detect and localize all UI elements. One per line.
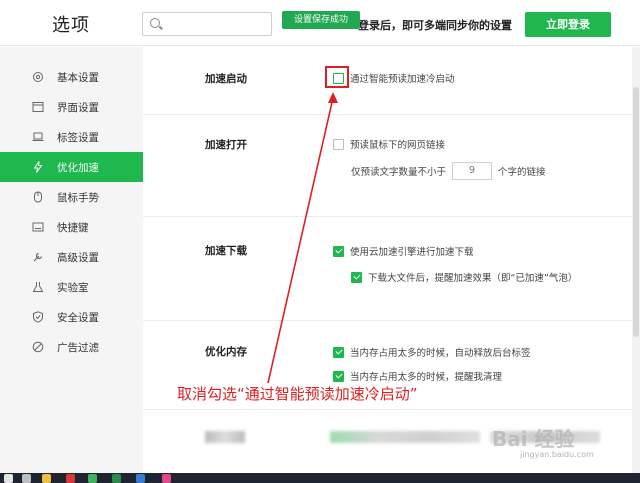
boot-option-label: 通过智能预读加速冷启动 [350, 74, 455, 85]
sidebar-item-label: 鼠标手势 [57, 191, 99, 204]
divider [143, 114, 633, 115]
sidebar-item-optimize[interactable]: 优化加速 [0, 152, 143, 182]
scrollbar[interactable] [632, 47, 640, 473]
download-reminder-checkbox[interactable] [351, 271, 362, 283]
min-chars-input[interactable]: 9 [452, 162, 493, 180]
sidebar-item-label: 基本设置 [57, 71, 99, 84]
download-option-1-label: 使用云加速引擎进行加速下载 [350, 247, 474, 258]
sidebar-item-lab[interactable]: 实验室 [0, 272, 143, 302]
download-option-1[interactable]: 使用云加速引擎进行加速下载 [333, 244, 474, 258]
folder-icon[interactable] [42, 474, 51, 483]
section-title-open: 加速打开 [205, 139, 247, 151]
memory-option-1-label: 当内存占用太多的时候，自动释放后台标签 [350, 348, 531, 359]
memory-option-2-label: 当内存占用太多的时候，提醒我清理 [350, 372, 503, 383]
boot-option[interactable]: 通过智能预读加速冷启动 [333, 71, 455, 85]
sidebar-item-tabs[interactable]: 标签设置 [0, 122, 143, 152]
search-input[interactable] [163, 15, 267, 33]
sidebar-item-ui[interactable]: 界面设置 [0, 92, 143, 122]
mouse-icon [31, 190, 45, 204]
header: 选项 登录后，即可多端同步你的设置 设置保存成功 立即登录 [0, 0, 640, 46]
sidebar-item-shortcuts[interactable]: 快捷键 [0, 212, 143, 242]
auto-release-checkbox[interactable] [333, 346, 344, 358]
sidebar-item-label: 快捷键 [57, 221, 89, 234]
lightning-icon [31, 160, 45, 174]
save-success-toast: 设置保存成功 [282, 11, 360, 29]
section-title-boot: 加速启动 [205, 73, 247, 85]
login-button[interactable]: 立即登录 [525, 12, 611, 37]
baidu-watermark: Bai 经验 [492, 427, 575, 451]
min-chars-row: 仅预读文字数量不小于 9 个字的链接 [351, 162, 546, 180]
browser-icon[interactable] [88, 474, 97, 483]
min-chars-prefix: 仅预读文字数量不小于 [351, 167, 447, 178]
window-icon [31, 100, 45, 114]
taskbar-app-icon[interactable] [136, 474, 145, 483]
section-title-download: 加速下载 [205, 245, 247, 257]
memory-option-2[interactable]: 当内存占用太多的时候，提醒我清理 [333, 369, 502, 383]
highlight-box [325, 66, 349, 88]
sidebar-item-label: 广告过滤 [57, 341, 99, 354]
tab-icon [31, 130, 45, 144]
cloud-download-checkbox[interactable] [333, 245, 344, 257]
sidebar-item-security[interactable]: 安全设置 [0, 302, 143, 332]
sidebar: 基本设置 界面设置 标签设置 优化加速 鼠标手势 快捷键 高级设置 实验室 安全… [0, 47, 143, 473]
link-prefetch-checkbox[interactable] [333, 138, 344, 150]
divider [143, 409, 633, 410]
download-option-2-label: 下载大文件后，提醒加速效果（即“已加速”气泡） [368, 273, 578, 284]
gear-icon [31, 70, 45, 84]
sidebar-item-basic[interactable]: 基本设置 [0, 62, 143, 92]
annotation-text: 取消勾选“通过智能预读加速冷启动” [177, 385, 418, 403]
taskbar-app-icon[interactable] [162, 474, 171, 483]
wrench-icon [31, 250, 45, 264]
page-title: 选项 [52, 15, 90, 36]
sidebar-item-advanced[interactable]: 高级设置 [0, 242, 143, 272]
blurred-section-title [205, 431, 245, 443]
taskbar-app-icon[interactable] [22, 474, 31, 483]
search-icon [150, 18, 160, 28]
sidebar-item-label: 实验室 [57, 281, 89, 294]
taskbar-app-icon[interactable] [112, 474, 121, 483]
sidebar-item-label: 界面设置 [57, 101, 99, 114]
section-title-memory: 优化内存 [205, 346, 247, 358]
memory-reminder-checkbox[interactable] [333, 370, 344, 382]
sidebar-item-mouse-gesture[interactable]: 鼠标手势 [0, 182, 143, 212]
divider [143, 320, 633, 321]
sidebar-item-label: 高级设置 [57, 251, 99, 264]
divider [143, 216, 633, 217]
taskbar-app-icon[interactable] [66, 474, 75, 483]
sidebar-item-label: 安全设置 [57, 311, 99, 324]
lab-icon [31, 280, 45, 294]
baidu-watermark-url: jingyan.baidu.com [520, 450, 594, 459]
sidebar-item-adblock[interactable]: 广告过滤 [0, 332, 143, 362]
start-icon[interactable] [4, 474, 13, 483]
download-option-2[interactable]: 下载大文件后，提醒加速效果（即“已加速”气泡） [351, 270, 577, 284]
scroll-thumb[interactable] [633, 87, 639, 337]
memory-option-1[interactable]: 当内存占用太多的时候，自动释放后台标签 [333, 345, 531, 359]
block-icon [31, 340, 45, 354]
min-chars-suffix: 个字的链接 [498, 167, 546, 178]
search-box[interactable] [142, 12, 272, 36]
open-option-label: 预读鼠标下的网页链接 [350, 140, 446, 151]
blurred-option [330, 431, 480, 443]
open-option[interactable]: 预读鼠标下的网页链接 [333, 137, 445, 151]
sidebar-item-label: 标签设置 [57, 131, 99, 144]
sidebar-item-label: 优化加速 [57, 161, 99, 174]
shield-icon [31, 310, 45, 324]
keyboard-icon [31, 220, 45, 234]
login-tip: 登录后，即可多端同步你的设置 [358, 19, 512, 32]
